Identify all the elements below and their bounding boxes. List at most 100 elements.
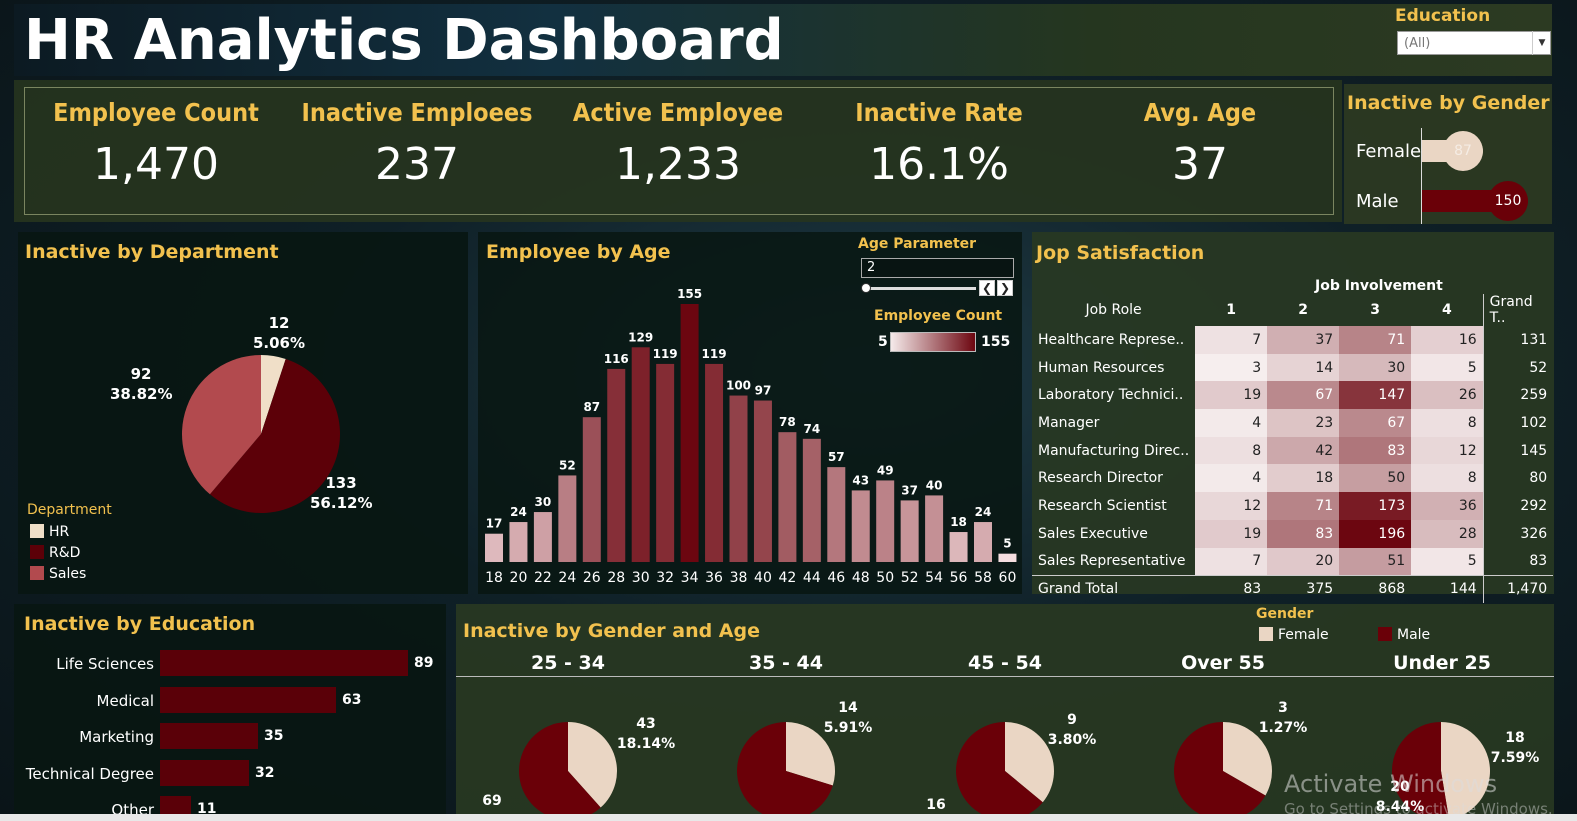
table-row: Manufacturing Direc.. 8 42 83 12 145: [1032, 436, 1554, 465]
age-bar[interactable]: [656, 363, 675, 562]
kpi-inactive-rate: Inactive Rate 16.1%: [808, 88, 1070, 190]
legend-item-sales[interactable]: Sales: [30, 566, 86, 582]
legend-title: Department: [27, 502, 112, 518]
age-bar[interactable]: [582, 417, 601, 562]
heatmap-cell: 8: [1411, 409, 1484, 437]
education-bar-value: 32: [255, 765, 275, 781]
bar-data-label: 30: [535, 495, 552, 509]
age-bar[interactable]: [900, 500, 919, 562]
inactive-by-gender-panel: Inactive by Gender Female Male 87 150: [1344, 84, 1552, 224]
bar-data-label: 24: [510, 505, 527, 519]
heatmap-cell: 147: [1339, 381, 1412, 410]
row-label: Human Resources: [1038, 359, 1165, 376]
row-total: 292: [1482, 492, 1554, 520]
age-bar[interactable]: [509, 522, 528, 562]
pie-label-rnd: 133 56.12%: [310, 474, 373, 512]
x-tick-label: 20: [510, 570, 528, 586]
row-total: 145: [1482, 436, 1554, 465]
age-bar[interactable]: [802, 438, 821, 562]
row-label: Sales Executive: [1038, 525, 1148, 542]
panel-title: Inactive by Education: [24, 613, 256, 635]
row-total: 131: [1482, 326, 1554, 354]
panel-title: Inactive by Gender: [1347, 92, 1550, 114]
table-cell: 1,470: [1482, 574, 1554, 603]
heatmap-cell: 12: [1411, 436, 1484, 465]
row-label: Grand Total: [1032, 574, 1196, 603]
age-bar[interactable]: [705, 363, 724, 562]
kpi-label: Inactive Emploees: [301, 98, 533, 127]
bar-data-label: 49: [877, 463, 894, 477]
age-bar[interactable]: [753, 400, 772, 562]
employee-by-age-panel: Employee by Age Age Parameter 2 ❮ ❯ Empl…: [478, 232, 1022, 594]
age-bar[interactable]: [729, 395, 748, 562]
x-tick-label: 34: [681, 570, 699, 586]
x-tick-label: 32: [656, 570, 674, 586]
education-bar[interactable]: [160, 760, 249, 786]
age-bar[interactable]: [607, 368, 626, 562]
age-bar[interactable]: [558, 475, 577, 562]
gender-value-female: 87: [1443, 131, 1483, 171]
heatmap-cell: 4: [1195, 464, 1268, 493]
kpi-label: Avg. Age: [1143, 98, 1257, 127]
pie-label-female: 43 18.14%: [616, 716, 676, 752]
bar-data-label: 40: [926, 478, 943, 492]
age-bar[interactable]: [827, 467, 846, 562]
age-bar[interactable]: [778, 432, 797, 562]
legend-item-hr[interactable]: HR: [30, 524, 69, 540]
department-pie-chart: [182, 355, 340, 513]
education-filter-dropdown[interactable]: (All): [1397, 31, 1551, 55]
heatmap-cell: 7: [1195, 326, 1268, 354]
age-bar[interactable]: [998, 553, 1017, 562]
chevron-down-icon[interactable]: ▼: [1532, 31, 1551, 55]
heatmap-cell: 71: [1339, 326, 1412, 354]
age-bar-chart: 17 18 24 20 30 22 52 24 87 26 116 28 129 30 119 32 155 34…: [485, 287, 1017, 586]
bar-data-label: 18: [950, 515, 967, 529]
x-tick-label: 18: [485, 570, 503, 586]
education-category-label: Technical Degree: [25, 765, 154, 783]
row-total: 102: [1482, 409, 1554, 437]
age-bar[interactable]: [949, 532, 968, 562]
age-bar[interactable]: [680, 304, 699, 562]
heatmap-cell: 5: [1411, 547, 1484, 576]
age-bar[interactable]: [851, 490, 870, 562]
row-label: Manufacturing Direc..: [1038, 442, 1190, 459]
age-bar[interactable]: [925, 495, 944, 562]
kpi-strip: Employee Count 1,470 Inactive Emploees 2…: [14, 80, 1342, 222]
column-header: Grand T..: [1482, 294, 1554, 326]
dashboard-header: HR Analytics Dashboard Education (All) ▼: [14, 4, 1552, 76]
column-header: 2: [1298, 302, 1309, 318]
heatmap-cell: 14: [1267, 353, 1340, 382]
x-tick-label: 40: [754, 570, 772, 586]
table-row: Research Scientist 12 71 173 36 292: [1032, 492, 1554, 520]
x-tick-label: 24: [558, 570, 576, 586]
table-row: Healthcare Represe.. 7 37 71 16 131: [1032, 326, 1554, 354]
education-bar-value: 35: [264, 728, 284, 744]
heatmap-cell: 67: [1267, 381, 1340, 410]
education-category-label: Life Sciences: [56, 655, 154, 673]
legend-item-rnd[interactable]: R&D: [30, 545, 80, 561]
row-label: Healthcare Represe..: [1038, 331, 1185, 348]
kpi-label: Active Employee: [572, 98, 784, 127]
age-bar[interactable]: [876, 480, 895, 562]
education-bar[interactable]: [160, 687, 336, 713]
row-label: Research Director: [1038, 470, 1163, 487]
heatmap-cell: 83: [1267, 519, 1340, 548]
job-satisfaction-panel: Jop Satisfaction Job Involvement Job Rol…: [1032, 232, 1554, 603]
bottom-scrollbar[interactable]: [0, 814, 1577, 821]
heatmap-cell: 173: [1339, 492, 1412, 520]
heatmap-cell: 37: [1267, 326, 1340, 354]
column-group-header: Job Involvement: [1315, 278, 1443, 294]
age-bar[interactable]: [631, 347, 650, 562]
heatmap-cell: 19: [1195, 519, 1268, 548]
x-tick-label: 54: [925, 570, 943, 586]
age-bar[interactable]: [485, 533, 503, 562]
row-label: Manager: [1038, 414, 1100, 431]
gender-label-male: Male: [1356, 191, 1399, 212]
x-tick-label: 52: [901, 570, 919, 586]
education-bar[interactable]: [160, 650, 408, 676]
education-bar[interactable]: [160, 723, 258, 749]
gender-label-female: Female: [1356, 141, 1422, 162]
grand-total-row: Grand Total 83 375 868 144 1,470: [1032, 574, 1554, 603]
age-bar[interactable]: [974, 522, 992, 562]
age-bar[interactable]: [533, 512, 552, 562]
